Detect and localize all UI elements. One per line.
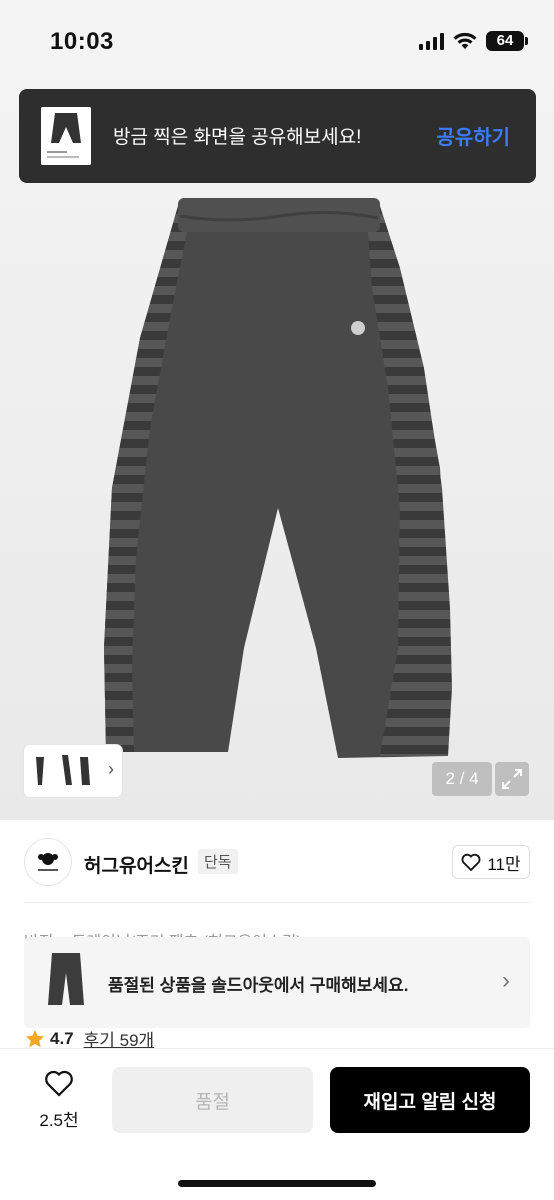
product-image — [104, 198, 452, 758]
product-image-gallery[interactable] — [0, 88, 554, 820]
rating-value: 4.7 — [50, 1028, 74, 1048]
soldout-product-thumbnail — [48, 953, 84, 1005]
status-bar: 10:03 64 — [0, 0, 554, 88]
heart-icon — [461, 853, 481, 871]
brand-like-count: 11만 — [487, 854, 521, 874]
wishlist-button[interactable]: 2.5천 — [24, 1069, 94, 1131]
screenshot-thumbnail — [41, 107, 91, 165]
soldout-button: 품절 — [112, 1067, 313, 1133]
wifi-icon — [453, 32, 477, 49]
share-button[interactable]: 공유하기 — [436, 121, 510, 150]
brand-like-button[interactable]: 11만 — [452, 845, 530, 879]
soldout-banner-text: 품절된 상품을 솔드아웃에서 구매해보세요. — [108, 976, 409, 995]
thumbnail-images — [36, 755, 90, 785]
status-time: 10:03 — [50, 28, 114, 55]
share-toast-message: 방금 찍은 화면을 공유해보세요! — [113, 127, 362, 148]
restock-alert-button[interactable]: 재입고 알림 신청 — [330, 1067, 530, 1133]
chevron-right-icon: › — [502, 967, 510, 994]
expand-image-button[interactable] — [495, 762, 529, 796]
brand-row: 허그유어스킨 단독 11만 — [0, 820, 554, 904]
soldout-promo-banner[interactable]: 품절된 상품을 솔드아웃에서 구매해보세요. › — [24, 937, 530, 1028]
heart-icon — [45, 1070, 73, 1097]
status-indicators: 64 — [419, 31, 528, 51]
star-icon — [25, 1029, 45, 1047]
exclusive-badge: 단독 — [198, 849, 238, 874]
share-screenshot-toast: 방금 찍은 화면을 공유해보세요! 공유하기 — [19, 89, 536, 183]
chevron-right-icon: › — [108, 759, 114, 779]
brand-logo[interactable] — [24, 838, 72, 886]
divider — [24, 902, 530, 903]
signal-icon — [419, 32, 444, 50]
gallery-page-indicator: 2 / 4 — [432, 762, 492, 796]
home-indicator — [178, 1180, 376, 1187]
bottom-action-bar: 2.5천 품절 재입고 알림 신청 — [0, 1048, 554, 1200]
wishlist-count: 2.5천 — [39, 1111, 79, 1130]
battery-icon: 64 — [486, 31, 528, 51]
brand-name[interactable]: 허그유어스킨 — [84, 851, 189, 878]
gallery-thumbnail-strip[interactable]: › — [24, 745, 122, 797]
expand-icon — [502, 769, 522, 789]
